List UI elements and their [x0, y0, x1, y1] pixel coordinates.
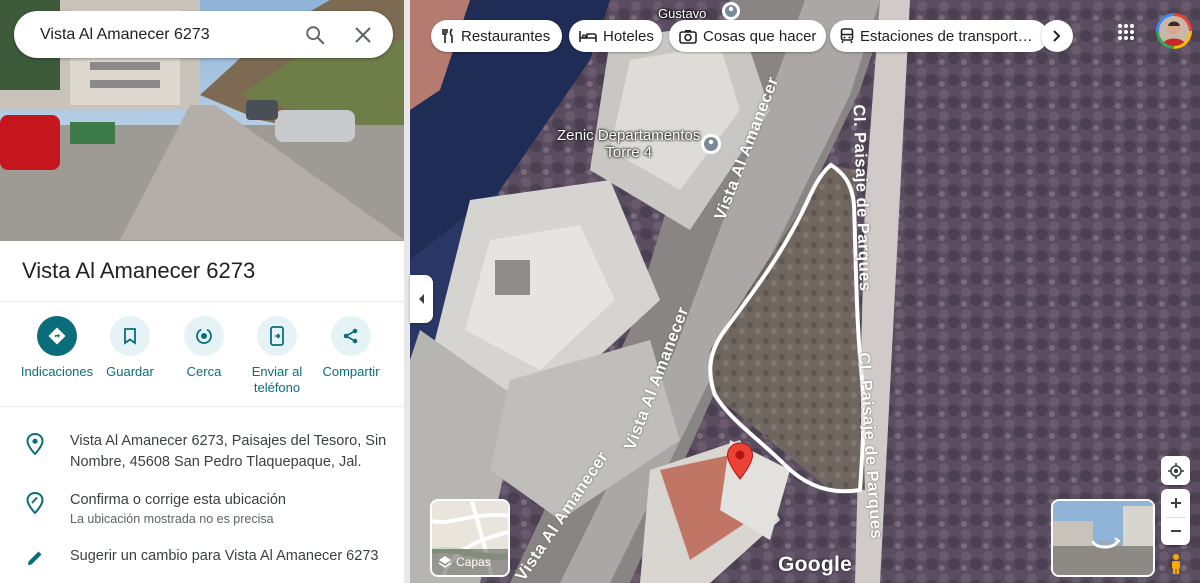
poi-gustavo-label[interactable]: Gustavo: [658, 6, 706, 21]
nearby-icon: [196, 328, 212, 344]
plus-icon: [1170, 498, 1181, 508]
pencil-icon: [28, 551, 42, 565]
search-input[interactable]: [38, 13, 291, 56]
zoom-controls: [1161, 489, 1190, 545]
satellite-map[interactable]: Gustavo Zenic Departamentos Torre 4 Vist…: [410, 0, 1200, 583]
location-pin-icon: [26, 433, 44, 455]
minus-icon: [1170, 530, 1181, 532]
suggest-edit-text: Sugerir un cambio para Vista Al Amanecer…: [70, 548, 379, 564]
layers-label-group: Capas: [438, 555, 491, 569]
my-location-icon: [1167, 462, 1184, 479]
search-button[interactable]: [291, 11, 339, 58]
chip-hotels[interactable]: Hoteles: [569, 20, 662, 52]
save-button[interactable]: Guardar: [92, 316, 168, 380]
divider: [0, 301, 404, 302]
directions-label: Indicaciones: [20, 364, 94, 379]
location-pin-marker-icon[interactable]: [726, 442, 754, 480]
share-label: Compartir: [322, 364, 380, 379]
poi-zenic-line2: Torre 4: [605, 144, 653, 161]
pegman-icon[interactable]: [1166, 553, 1186, 575]
zoom-out-button[interactable]: [1161, 518, 1190, 545]
zoom-in-button[interactable]: [1161, 490, 1190, 517]
directions-icon: [48, 327, 66, 345]
hotel-icon: [579, 31, 597, 42]
layers-label: Capas: [456, 555, 491, 569]
chip-things-to-do-label: Cosas que hacer: [703, 27, 817, 45]
apps-grid-icon[interactable]: [1112, 18, 1140, 46]
chip-transit[interactable]: Estaciones de transport…: [830, 20, 1048, 52]
divider: [0, 406, 404, 407]
confirm-location-subtitle: La ubicación mostrada no es precisa: [70, 512, 274, 526]
search-box: [14, 11, 393, 58]
suggest-edit-row[interactable]: Sugerir un cambio para Vista Al Amanecer…: [0, 546, 404, 568]
confirm-location-row[interactable]: Confirma o corrige esta ubicación La ubi…: [0, 490, 404, 527]
send-to-phone-button[interactable]: Enviar al teléfono: [239, 316, 315, 396]
chips-next-button[interactable]: [1041, 20, 1073, 52]
share-button[interactable]: Compartir: [313, 316, 389, 380]
close-icon: [355, 26, 371, 43]
satellite-imagery: [410, 0, 1200, 583]
restaurant-icon: [442, 28, 453, 43]
layers-icon: [438, 556, 452, 568]
send-to-phone-label: Enviar al teléfono: [251, 364, 303, 395]
search-icon: [306, 25, 325, 44]
chevron-right-icon: [1053, 30, 1061, 42]
account-avatar[interactable]: [1156, 13, 1192, 49]
directions-button[interactable]: Indicaciones: [19, 316, 95, 380]
action-bar: Indicaciones Guardar Cerca Enviar al tel…: [14, 316, 398, 406]
place-panel: Vista Al Amanecer 6273 Indicaciones Guar…: [0, 0, 404, 583]
poi-marker-icon[interactable]: [720, 0, 742, 22]
clear-search-button[interactable]: [339, 11, 387, 58]
bookmark-icon: [124, 328, 136, 345]
street-view-thumbnail[interactable]: [1051, 499, 1155, 577]
google-logo: Google: [778, 553, 853, 576]
chip-transit-label: Estaciones de transport…: [860, 27, 1033, 45]
confirm-location-title: Confirma o corrige esta ubicación: [70, 492, 286, 508]
chip-hotels-label: Hoteles: [603, 27, 654, 45]
poi-marker-icon[interactable]: [700, 133, 722, 155]
place-title: Vista Al Amanecer 6273: [22, 258, 256, 283]
poi-zenic-label[interactable]: Zenic Departamentos Torre 4: [557, 127, 700, 161]
share-icon: [343, 328, 358, 344]
nearby-label: Cerca: [186, 364, 222, 379]
chip-restaurants-label: Restaurantes: [461, 27, 551, 45]
send-to-phone-icon: [270, 326, 284, 346]
my-location-button[interactable]: [1161, 456, 1190, 485]
save-label: Guardar: [106, 364, 154, 379]
chevron-left-icon: [418, 294, 424, 304]
poi-zenic-line1: Zenic Departamentos: [557, 127, 701, 144]
chip-restaurants[interactable]: Restaurantes: [431, 20, 562, 52]
edit-location-icon: [26, 492, 44, 514]
transit-icon: [840, 28, 854, 44]
layers-button[interactable]: Capas: [430, 499, 510, 577]
nearby-button[interactable]: Cerca: [166, 316, 242, 380]
address-row[interactable]: Vista Al Amanecer 6273, Paisajes del Tes…: [0, 431, 404, 473]
chip-things-to-do[interactable]: Cosas que hacer: [669, 20, 826, 52]
collapse-panel-button[interactable]: [410, 275, 433, 323]
camera-icon: [679, 29, 697, 44]
address-text: Vista Al Amanecer 6273, Paisajes del Tes…: [70, 433, 387, 470]
